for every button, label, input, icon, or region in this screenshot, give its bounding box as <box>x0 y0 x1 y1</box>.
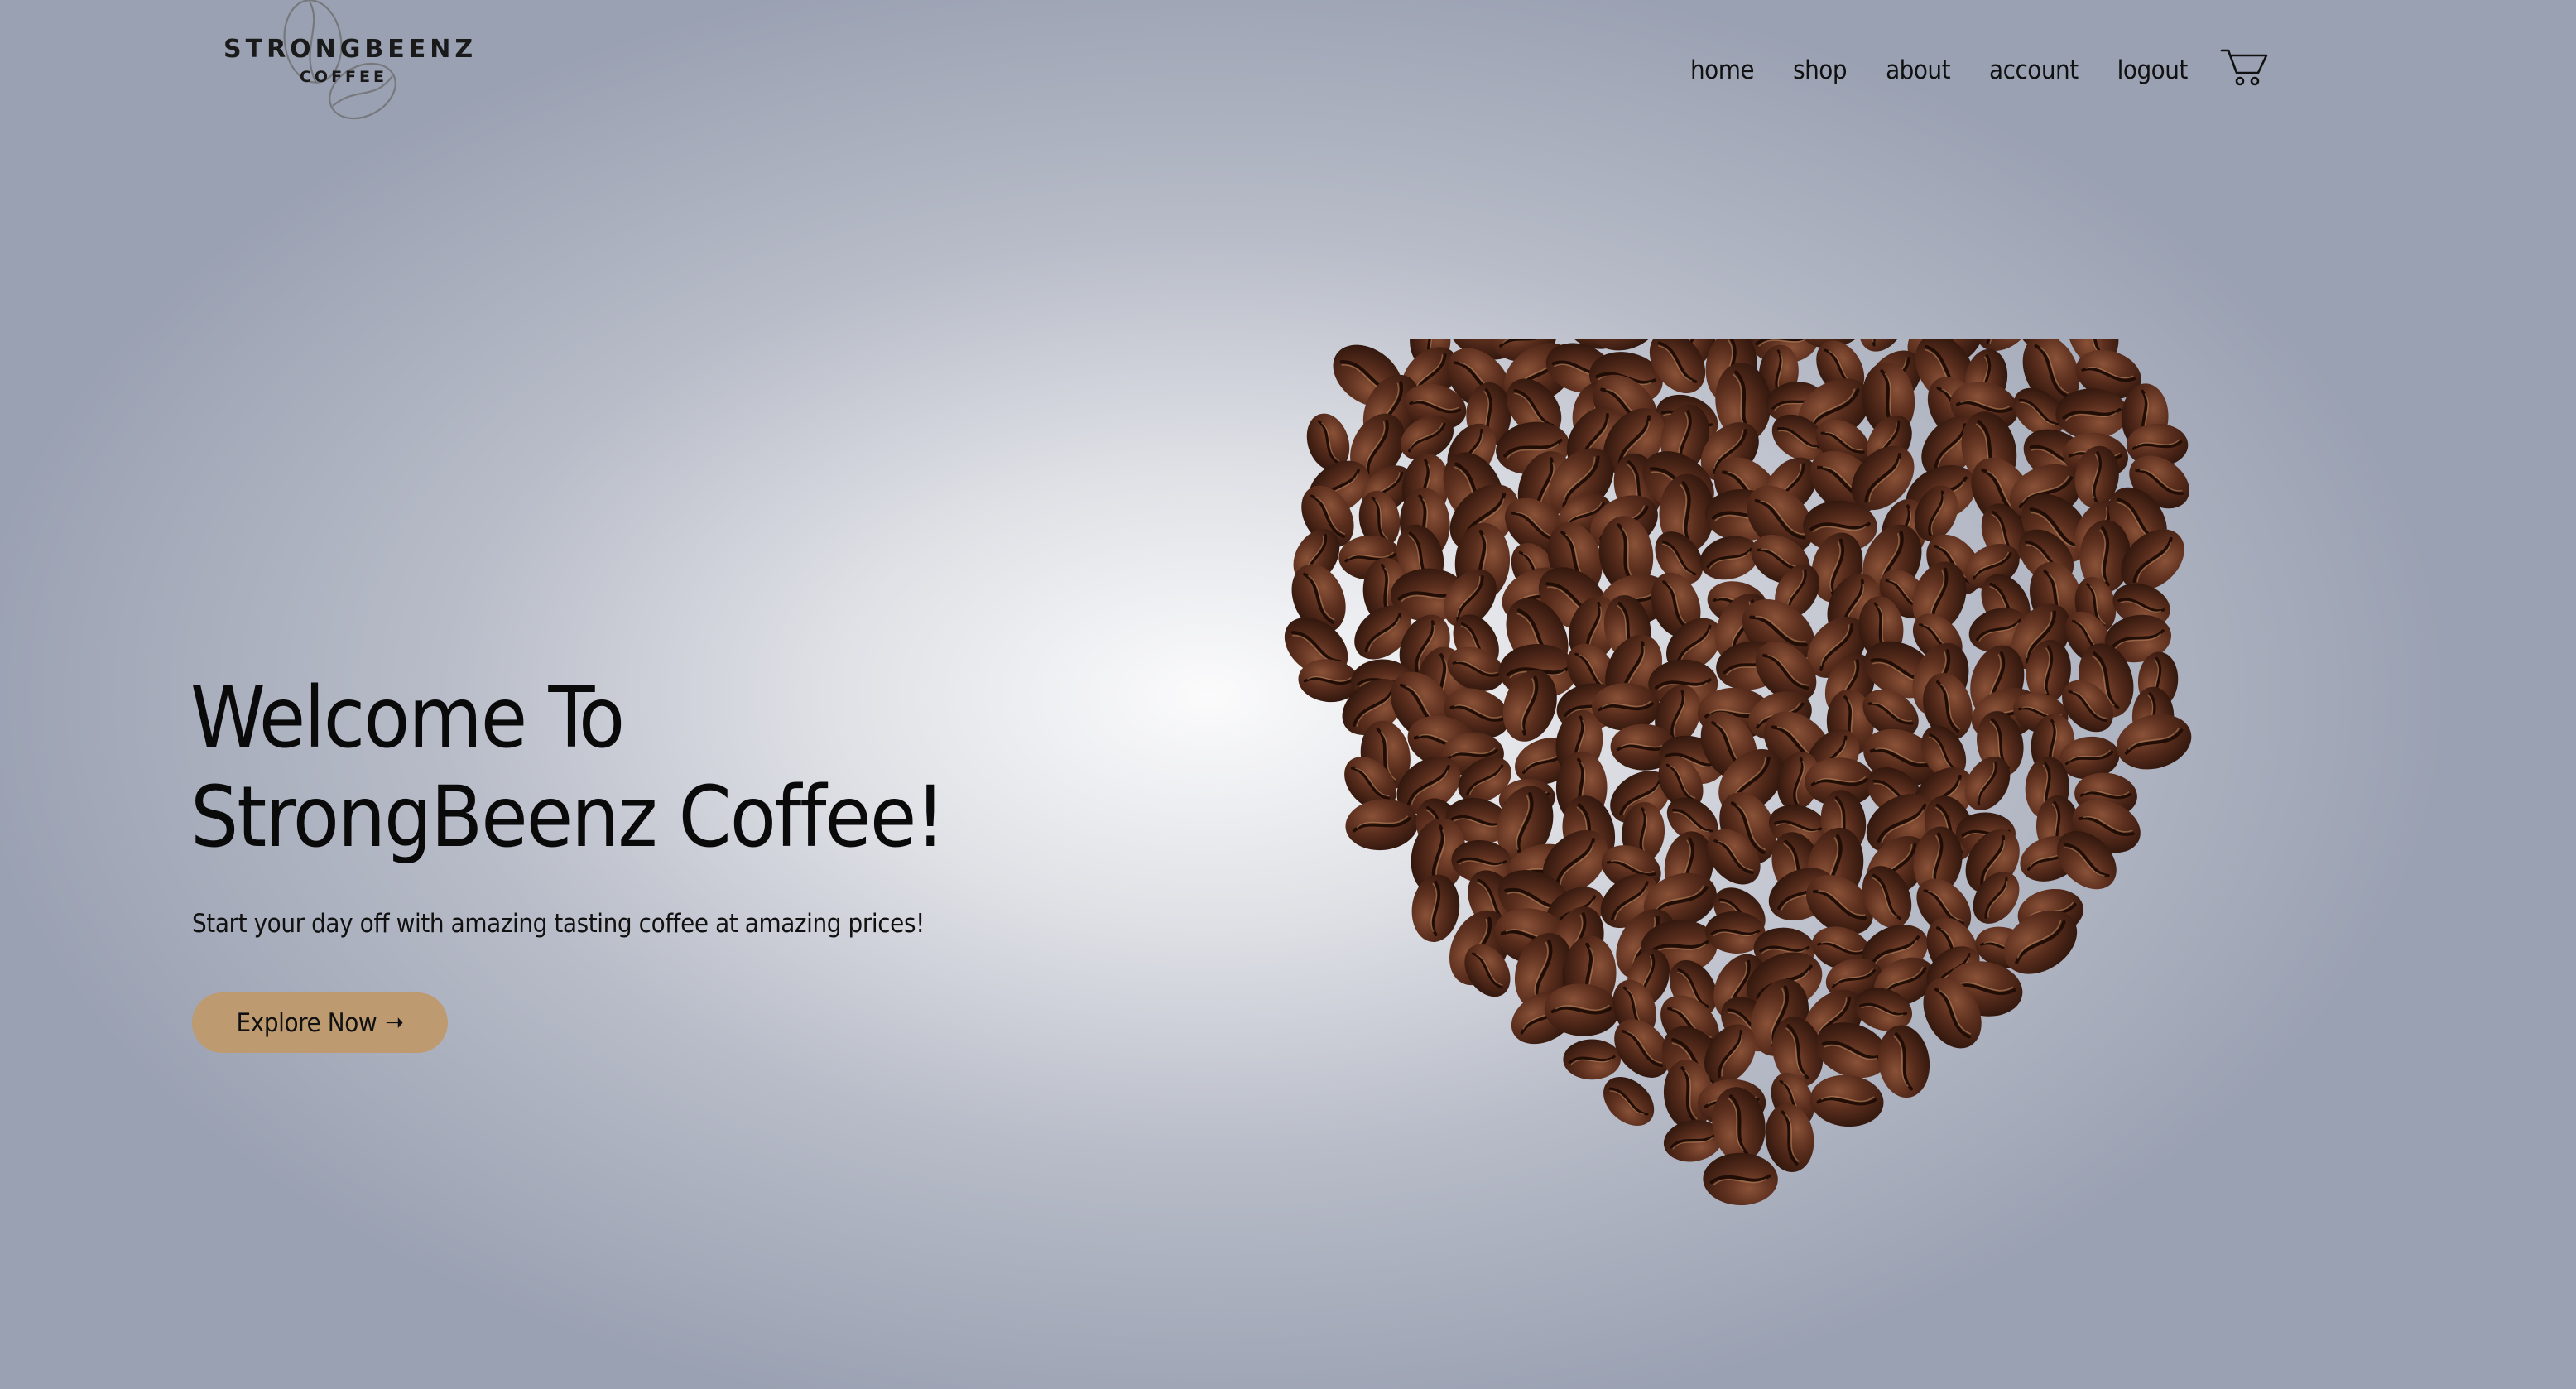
coffee-bean <box>2110 706 2198 777</box>
coffee-bean <box>1561 1038 1622 1081</box>
brand-subtitle: COFFEE <box>299 68 387 86</box>
nav-logout[interactable]: logout <box>2117 52 2189 89</box>
explore-now-button[interactable]: Explore Now ➝ <box>192 992 448 1053</box>
hero-title: Welcome To StrongBeenz Coffee! <box>190 669 1101 868</box>
hero-title-line-2: StrongBeenz Coffee! <box>190 768 945 867</box>
shopping-cart-icon[interactable] <box>2220 48 2270 89</box>
main-nav: home shop about account logout <box>1690 48 2270 89</box>
brand-name: STRONGBEENZ <box>223 35 478 64</box>
nav-account[interactable]: account <box>1989 52 2079 89</box>
coffee-bean-logo-icon <box>283 0 396 120</box>
coffee-bean <box>1872 1020 1936 1103</box>
nav-about[interactable]: about <box>1886 52 1950 89</box>
explore-now-label: Explore Now <box>236 1007 377 1038</box>
nav-shop[interactable]: shop <box>1793 52 1847 89</box>
nav-home[interactable]: home <box>1690 52 1755 89</box>
arrow-right-icon: ➝ <box>385 1008 404 1037</box>
coffee-bean <box>1700 1150 1781 1208</box>
hero-title-line-1: Welcome To <box>190 669 625 767</box>
coffee-bean-heart-image <box>1271 339 2201 1208</box>
hero-subtitle: Start your day off with amazing tasting … <box>192 909 925 939</box>
brand-logo[interactable]: STRONGBEENZ COFFEE <box>217 0 478 132</box>
coffee-bean <box>1806 1070 1888 1132</box>
